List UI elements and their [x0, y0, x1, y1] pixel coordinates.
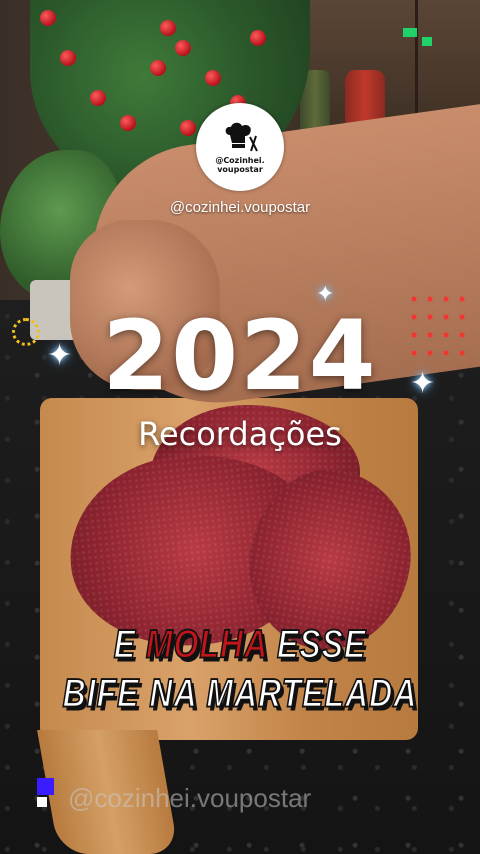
caption-text: BIFE NA MARTELADA: [62, 669, 418, 716]
red-berry: [205, 70, 221, 86]
red-berry: [90, 90, 106, 106]
profile-logo[interactable]: @Cozinhei. voupostar: [196, 103, 284, 191]
caption-text: E: [113, 620, 146, 667]
recordacoes-subtitle: Recordações: [138, 415, 342, 453]
red-berry: [180, 120, 196, 136]
caption-line-2: BIFE NA MARTELADA: [0, 669, 480, 716]
caption-highlight: MOLHA: [145, 620, 268, 667]
red-berry: [250, 30, 266, 46]
profile-handle[interactable]: @cozinhei.voupostar: [0, 199, 480, 216]
year-title: 2024: [102, 300, 378, 412]
pixel-accent: [403, 28, 417, 37]
caption-text: ESSE: [267, 620, 367, 667]
logo-name-line2: voupostar: [217, 164, 263, 174]
pixel-accent: [422, 37, 432, 46]
red-berry: [60, 50, 76, 66]
logo-name: @Cozinhei. voupostar: [215, 156, 264, 174]
red-berry: [150, 60, 166, 76]
watermark-logo-icon: [37, 797, 47, 807]
caption-line-1: E MOLHA ESSE: [0, 620, 480, 667]
watermark-handle: @cozinhei.voupostar: [68, 783, 312, 813]
red-berry: [160, 20, 176, 36]
logo-name-line1: @Cozinhei.: [215, 155, 265, 165]
red-berry: [175, 40, 191, 56]
red-berry: [120, 115, 136, 131]
chef-hat-with-utensils-icon: [225, 122, 258, 151]
watermark-logo-icon: [37, 778, 54, 795]
video-frame: ✦ ✦ ✦ @Cozinhei. voupostar @cozinhei.vou…: [0, 0, 480, 854]
red-berry: [40, 10, 56, 26]
